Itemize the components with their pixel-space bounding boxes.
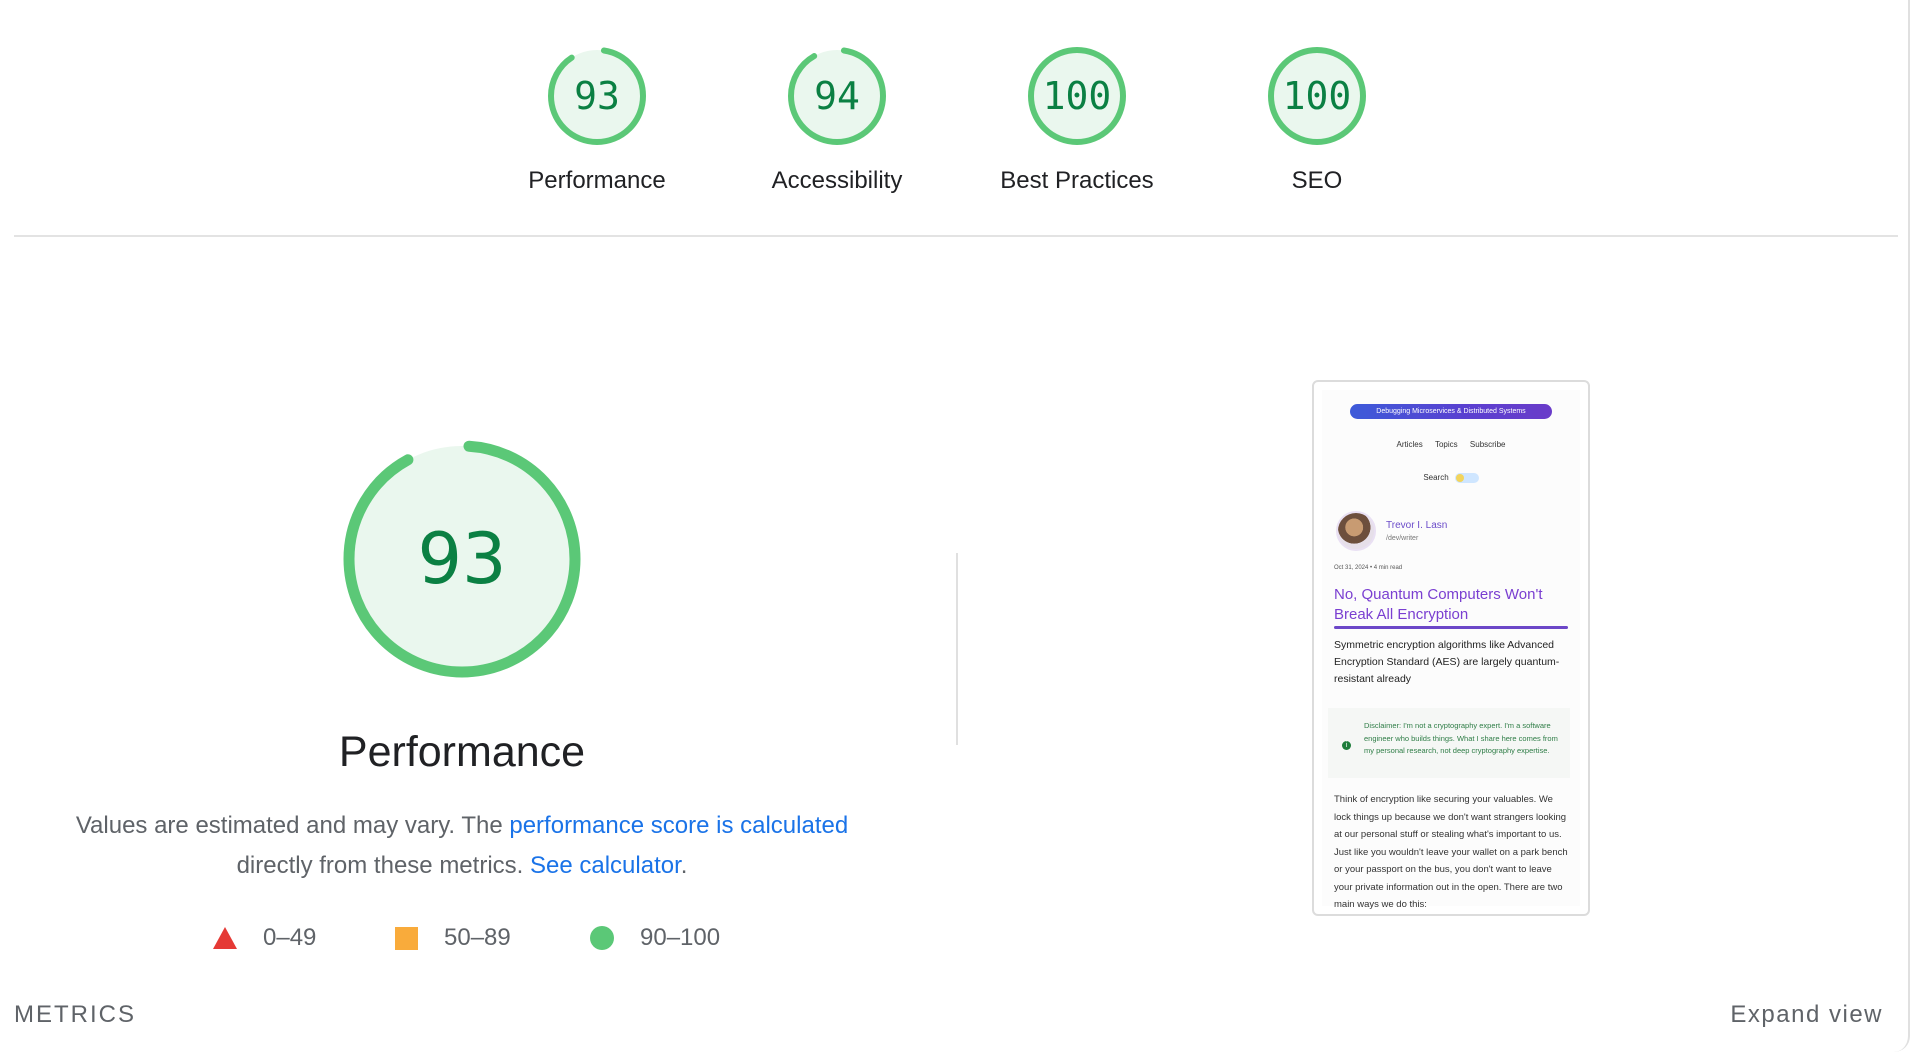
performance-description: Values are estimated and may vary. The p… — [48, 806, 876, 886]
screenshot-article-title: No, Quantum Computers Won't Break All En… — [1334, 586, 1543, 623]
description-text: directly from these metrics. — [236, 852, 530, 879]
gauge-performance[interactable]: 93 Performance — [502, 44, 692, 195]
metrics-heading: METRICS — [14, 1001, 136, 1028]
legend-item-fail: 0–49 — [213, 924, 316, 952]
screenshot-banner: Debugging Microservices & Distributed Sy… — [1350, 404, 1552, 419]
performance-gauge: 93 — [343, 440, 581, 678]
screenshot-search-label: Search — [1423, 473, 1449, 483]
screenshot-author: Trevor I. Lasn — [1386, 520, 1448, 531]
performance-score: 93 — [417, 518, 506, 600]
legend-range: 90–100 — [640, 924, 721, 951]
screenshot-nav-item: Articles — [1396, 440, 1423, 449]
gauge-label: Best Practices — [1000, 167, 1154, 194]
gauge-accessibility[interactable]: 94 Accessibility — [742, 44, 932, 195]
screenshot-lead: Symmetric encryption algorithms like Adv… — [1334, 639, 1560, 685]
square-icon — [395, 926, 418, 950]
gauge-seo[interactable]: 100 SEO — [1222, 44, 1412, 195]
avatar — [1336, 511, 1376, 551]
description-text: Values are estimated and may vary. The — [75, 812, 510, 839]
legend-range: 50–89 — [444, 924, 511, 951]
gauge-label: SEO — [1291, 167, 1343, 194]
final-screenshot[interactable]: Debugging Microservices & Distributed Sy… — [1312, 380, 1590, 916]
gauge-ring: 93 — [548, 47, 646, 145]
see-calculator-link[interactable]: See calculator — [530, 852, 681, 879]
gauge-score: 100 — [1043, 74, 1112, 118]
section-divider — [14, 235, 1898, 237]
description-text: . — [680, 852, 688, 879]
expand-view-button[interactable]: Expand view — [1730, 1001, 1883, 1029]
gauge-score: 100 — [1283, 74, 1352, 118]
screenshot-nav: Articles Topics Subscribe — [1322, 440, 1580, 449]
gauge-label: Accessibility — [771, 167, 903, 194]
screenshot-meta: Oct 31, 2024 • 4 min read — [1334, 565, 1403, 571]
screenshot-nav-item: Subscribe — [1469, 440, 1506, 449]
performance-title: Performance — [338, 728, 586, 776]
category-gauges: 93 Performance 94 Accessibility 100 Best… — [0, 44, 1916, 204]
screenshot-disclaimer: i Disclaimer: I'm not a cryptography exp… — [1328, 708, 1570, 778]
screenshot-nav-item: Topics — [1434, 440, 1458, 449]
gauge-score: 94 — [814, 74, 860, 118]
score-legend: 0–49 50–89 90–100 — [0, 924, 900, 958]
screenshot-content: Debugging Microservices & Distributed Sy… — [1322, 390, 1580, 910]
screenshot-handle: /dev/writer — [1386, 535, 1419, 542]
screenshot-search: Search — [1322, 473, 1580, 483]
vertical-separator — [956, 553, 958, 745]
triangle-icon — [213, 927, 237, 949]
gauge-score: 93 — [574, 74, 620, 118]
legend-item-pass: 90–100 — [590, 924, 720, 952]
screenshot-body: Think of encryption like securing your v… — [1334, 794, 1568, 910]
info-icon: i — [1342, 741, 1351, 750]
legend-range: 0–49 — [263, 924, 317, 951]
legend-item-average: 50–89 — [395, 924, 511, 952]
gauge-ring: 94 — [788, 47, 886, 145]
circle-icon — [590, 926, 614, 950]
gauge-ring: 100 — [1268, 47, 1366, 145]
gauge-best-practices[interactable]: 100 Best Practices — [982, 44, 1172, 195]
score-calculated-link[interactable]: performance score is calculated — [509, 812, 848, 839]
gauge-ring: 100 — [1028, 47, 1126, 145]
title-underline — [1334, 626, 1568, 629]
gauge-label: Performance — [528, 167, 666, 194]
theme-toggle-icon — [1454, 473, 1479, 483]
screenshot-disclaimer-text: Disclaimer: I'm not a cryptography exper… — [1364, 721, 1558, 755]
